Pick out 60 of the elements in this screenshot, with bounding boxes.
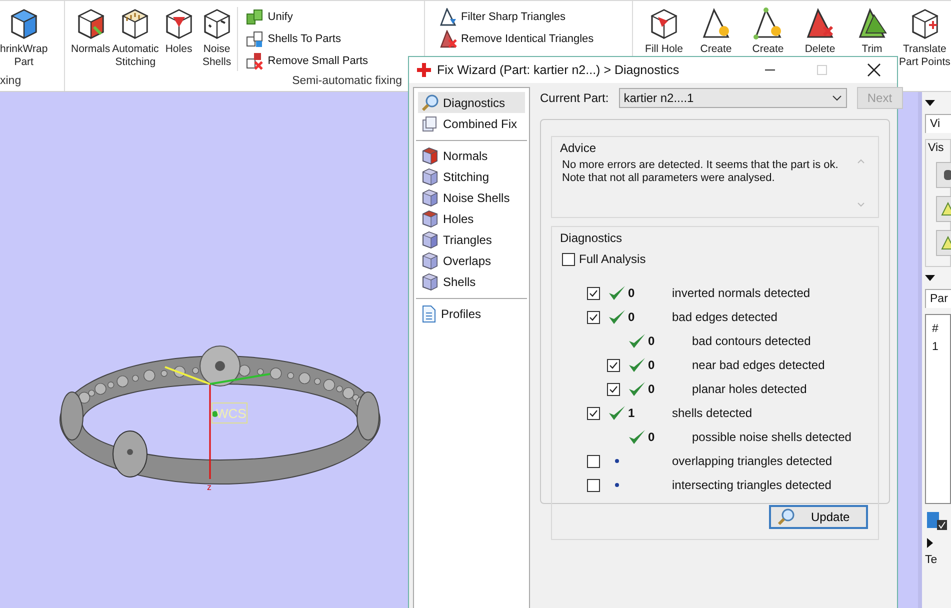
current-part-label: Current Part:	[540, 91, 609, 105]
ribbon-button[interactable]: Remove Small Parts	[246, 51, 368, 71]
ribbon-button[interactable]: Remove Identical Triangles	[439, 29, 594, 49]
count-value: 0	[647, 334, 656, 348]
nav-item[interactable]: Stitching	[418, 166, 525, 187]
count-value: 0	[647, 382, 656, 396]
ribbon-button[interactable]: Create	[691, 7, 741, 56]
diagnostic-label: overlapping triangles detected	[672, 454, 832, 468]
group-title: Diagnostics	[560, 231, 624, 245]
count-value: 0	[647, 358, 656, 372]
nav-item[interactable]: Holes	[418, 208, 525, 229]
nav-item[interactable]: Shells	[418, 271, 525, 292]
nav-item[interactable]: Diagnostics	[418, 92, 525, 113]
ribbon-button[interactable]: Filter Sharp Triangles	[439, 7, 594, 27]
column-header: #	[932, 323, 940, 335]
diagnostic-label: near bad edges detected	[692, 358, 825, 372]
section-label[interactable]: Te	[925, 554, 951, 566]
count-value: 0	[647, 430, 656, 444]
ribbon-button[interactable]: Fill Hole	[639, 7, 689, 56]
checkbox-label: Full Analysis	[579, 252, 646, 266]
part-dropdown[interactable]: kartier n2....1	[618, 88, 847, 108]
update-button[interactable]: Update	[769, 505, 868, 529]
axis-label: z	[207, 482, 212, 492]
wcs-label: WCS	[212, 402, 248, 424]
nav-item[interactable]: Overlaps	[418, 250, 525, 271]
ribbon-button[interactable]: Holes	[160, 7, 197, 56]
ribbon-button[interactable]: Translate Part Points	[899, 7, 950, 69]
panel-tab[interactable]: Vi	[925, 114, 951, 133]
group-title: Advice	[560, 141, 598, 155]
count-value: 0	[627, 310, 636, 324]
nav-item[interactable]: Normals	[418, 145, 525, 166]
ribbon-button[interactable]: Automatic Stitching	[112, 7, 159, 69]
diagnostic-label: inverted normals detected	[672, 286, 810, 300]
diagnostic-label: bad edges detected	[672, 310, 778, 324]
panel-tab[interactable]: Par	[925, 289, 951, 308]
ribbon-button[interactable]: Shells To Parts	[246, 29, 368, 49]
ribbon-button[interactable]: Noise Shells	[198, 7, 235, 69]
group-label: xing	[0, 75, 22, 89]
nav-item[interactable]: Combined Fix	[418, 113, 525, 134]
diagnostic-label: planar holes detected	[692, 382, 807, 396]
diagnostic-label: intersecting triangles detected	[672, 478, 832, 492]
advice-text: No more errors are detected. It seems that the part is ok. Note that not all parameters were analysed.	[562, 159, 840, 186]
count-value: 1	[627, 406, 636, 420]
ribbon-button[interactable]: Normals	[71, 7, 110, 56]
list-row[interactable]: 1	[932, 341, 950, 353]
nav-item[interactable]: Triangles	[418, 229, 525, 250]
group-label: Semi-automatic fixing	[291, 75, 402, 89]
window-title: Fix Wizard (Part: kartier n2...) > Diagnostics	[437, 63, 680, 77]
ribbon-button[interactable]: Create	[743, 7, 793, 56]
ribbon-button[interactable]: hrinkWrap Part	[0, 7, 48, 69]
count-value: 0	[627, 286, 636, 300]
nav-item[interactable]: Profiles	[418, 303, 525, 324]
ribbon-button[interactable]: Delete	[795, 7, 845, 56]
diagnostic-label: bad contours detected	[692, 334, 811, 348]
diagnostic-label: possible noise shells detected	[692, 430, 852, 444]
ribbon-button[interactable]: Trim	[847, 7, 897, 56]
diagnostic-label: shells detected	[672, 406, 752, 420]
group-label: Vis	[928, 142, 945, 154]
ribbon-button[interactable]: Unify	[246, 7, 368, 27]
nav-item[interactable]: Noise Shells	[418, 187, 525, 208]
